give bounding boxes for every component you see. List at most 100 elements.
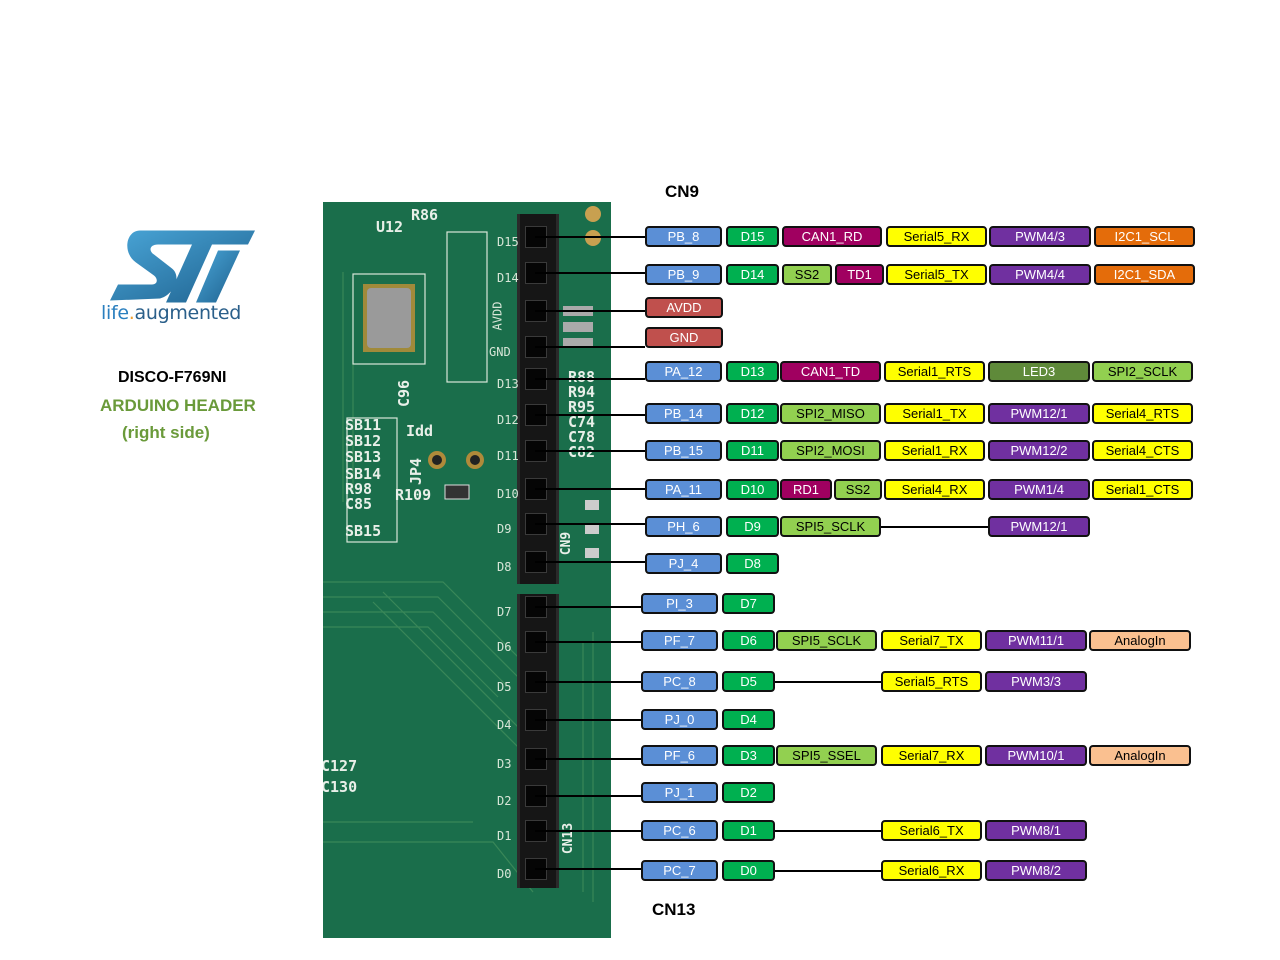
pin-leader-line [535,641,641,643]
mcu-pin-tag: PF_7 [641,630,718,651]
pcb-pin-label: AVDD [490,301,505,331]
arduino-pin-tag: D5 [722,671,775,692]
pcb-pin-label: D5 [497,680,512,694]
pin-leader-line [535,310,645,312]
function-tag-can: CAN1_RD [782,226,882,247]
pin-leader-line [535,450,645,452]
function-tag-ser: Serial7_TX [881,630,982,651]
function-tag-pwm: PWM4/3 [989,226,1091,247]
arduino-pin-tag: D3 [722,745,775,766]
pin-leader-line [535,681,641,683]
pin-row: PB_14 D12 SPI2_MISO Serial1_TX PWM12/1 Serial… [645,403,1205,427]
function-tag-ana: AnalogIn [1089,745,1191,766]
pin-row: PC_6 D1 Serial6_TX PWM8/1 [641,820,1201,844]
mcu-pin-tag: PI_3 [641,593,718,614]
function-tag-ser: Serial5_TX [886,264,987,285]
mcu-pin-tag: PC_8 [641,671,718,692]
mcu-pin-tag: PC_7 [641,860,718,881]
silk-jp4: JP4 [407,457,426,486]
function-tag-led: LED3 [988,361,1090,382]
header-title: ARDUINO HEADER [100,396,256,415]
function-tag-ser: Serial1_RTS [884,361,985,382]
function-tag-pwm: PWM11/1 [985,630,1087,651]
pin-row: PB_8 D15 CAN1_RD Serial5_RX PWM4/3 I2C1_SCL [645,226,1205,250]
silk-c130: C130 [323,778,358,796]
pin-row: GND [645,327,1205,351]
function-tag-pwm: PWM12/1 [988,516,1090,537]
pin-leader-line [535,378,645,380]
function-tag-ser: Serial4_RTS [1092,403,1193,424]
function-tag-ser: Serial4_RX [884,479,985,500]
arduino-pin-tag: D8 [726,553,779,574]
power-pin-tag: AVDD [645,297,723,318]
pin-row: PH_6 D9 SPI5_SCLK PWM12/1 [645,516,1205,540]
pin-leader-line [535,795,641,797]
pin-leader-line [535,868,641,870]
arduino-pin-tag: D15 [726,226,779,247]
pcb-pin-label: D0 [497,867,512,881]
pin-row: PF_6 D3 SPI5_SSEL Serial7_RX PWM10/1 AnalogIn [641,745,1201,769]
mcu-pin-tag: PA_11 [645,479,722,500]
pin-row: AVDD [645,297,1205,321]
silk-sb13: SB13 [345,448,382,466]
silk-c127: C127 [323,757,358,775]
pin-row: PI_3 D7 [641,593,1201,617]
pin-row: PA_11 D10 RD1 SS2 Serial4_RX PWM1/4 Serial1_CT… [645,479,1205,503]
mcu-pin-tag: PF_6 [641,745,718,766]
function-tag-spi: SPI5_SCLK [780,516,881,537]
arduino-pin-tag: D7 [722,593,775,614]
pcb-pin-label: D10 [497,487,519,501]
function-tag-ana: AnalogIn [1089,630,1191,651]
silk-c82: C82 [568,443,596,461]
function-tag-spi: SS2 [834,479,882,500]
function-tag-ser: Serial6_TX [881,820,982,841]
pcb-pin-label: D2 [497,794,512,808]
function-tag-ser: Serial1_TX [884,403,985,424]
mcu-pin-tag: PJ_0 [641,709,718,730]
arduino-pin-tag: D12 [726,403,779,424]
silk-r109: R109 [395,486,432,504]
function-tag-ser: Serial7_RX [881,745,982,766]
mcu-pin-tag: PB_14 [645,403,722,424]
function-tag-ser: Serial5_RTS [881,671,982,692]
mcu-pin-tag: PA_12 [645,361,722,382]
pin-leader-line [535,758,641,760]
pcb-board-image: U12 R86 SB11 SB12 SB13 SB14 R98 C85 SB15… [323,202,611,938]
function-connector-line [881,526,988,528]
pin-row: PJ_1 D2 [641,782,1201,806]
silk-c85: C85 [345,495,373,513]
pin-leader-line [535,830,641,832]
function-connector-line [775,681,881,683]
function-tag-pwm: PWM10/1 [985,745,1087,766]
pcb-pin-label: D7 [497,605,512,619]
arduino-pin-tag: D11 [726,440,779,461]
pin-row: PA_12 D13 CAN1_TD Serial1_RTS LED3 SPI2_SCLK [645,361,1205,385]
function-tag-can: CAN1_TD [780,361,881,382]
function-tag-spi: SS2 [782,264,832,285]
brand-tagline: life.augmented [101,302,241,324]
function-tag-ser: Serial5_RX [886,226,987,247]
pin-leader-line [535,719,641,721]
function-tag-i2c: I2C1_SCL [1094,226,1195,247]
function-tag-i2c: I2C1_SDA [1094,264,1195,285]
arduino-pin-tag: D1 [722,820,775,841]
mcu-pin-tag: PB_15 [645,440,722,461]
pin-row: PC_7 D0 Serial6_RX PWM8/2 [641,860,1201,884]
arduino-pin-tag: D10 [726,479,779,500]
pin-leader-line [535,488,645,490]
function-tag-spi: SPI2_SCLK [1092,361,1193,382]
arduino-pin-tag: D4 [722,709,775,730]
function-tag-pwm: PWM12/2 [988,440,1090,461]
arduino-pin-tag: D6 [722,630,775,651]
silk-sb11: SB11 [345,416,382,434]
function-tag-pwm: PWM1/4 [988,479,1090,500]
function-tag-spi: SPI2_MOSI [780,440,881,461]
pin-leader-line [535,606,641,608]
pin-leader-line [535,414,645,416]
silk-idd: Idd [406,422,434,440]
pcb-pin-label: D13 [497,377,519,391]
header-subtitle: (right side) [122,423,210,442]
mcu-pin-tag: PB_8 [645,226,722,247]
function-tag-pwm: PWM8/1 [985,820,1087,841]
function-tag-pwm: PWM12/1 [988,403,1090,424]
